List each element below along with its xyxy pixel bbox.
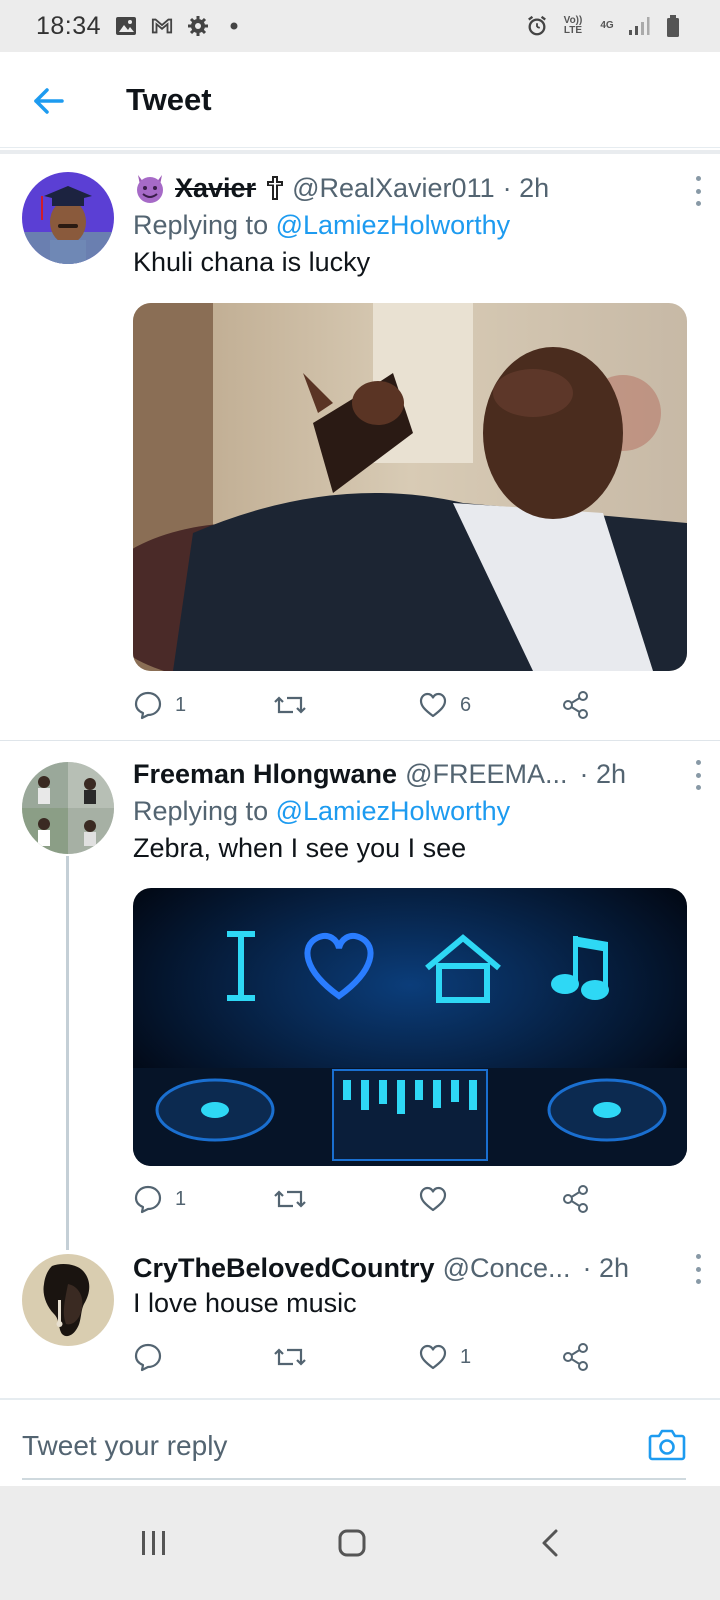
alarm-icon [526, 15, 548, 37]
avatar[interactable] [22, 172, 114, 264]
avatar[interactable] [22, 762, 114, 854]
comment-icon [133, 1184, 163, 1214]
share-button[interactable] [561, 1182, 591, 1216]
replying-label: Replying to [133, 210, 269, 240]
retweet-icon [273, 1342, 307, 1372]
display-name[interactable]: Xavier [175, 173, 256, 204]
mention-link[interactable]: @LamiezHolworthy [276, 210, 510, 240]
tweet-image[interactable] [133, 303, 687, 671]
like-button[interactable]: 6 [418, 688, 471, 722]
tweet-header: CryTheBelovedCountry @Conce... · 2h [133, 1250, 701, 1286]
image-icon [115, 15, 137, 37]
more-options-icon[interactable] [694, 1254, 702, 1284]
tweet-time[interactable]: · 2h [503, 173, 550, 204]
reply-count: 1 [175, 1187, 187, 1210]
reply-count: 1 [175, 693, 187, 716]
camera-icon[interactable] [648, 1426, 686, 1462]
recent-apps-icon[interactable] [94, 1486, 214, 1600]
header-divider [0, 150, 720, 154]
smiling-devil-icon [133, 171, 167, 205]
volte-icon: Vo)) LTE [563, 15, 583, 36]
tweet-header: Freeman Hlongwane @FREEMA... · 2h [133, 756, 701, 792]
dot-icon [223, 15, 245, 37]
reply-input[interactable]: Tweet your reply [22, 1430, 227, 1462]
tweet-time[interactable]: · 2h [579, 759, 626, 790]
display-name[interactable]: CryTheBelovedCountry [133, 1253, 435, 1284]
tweet-image[interactable] [133, 888, 687, 1166]
home-icon[interactable] [292, 1486, 412, 1600]
comment-icon [133, 690, 163, 720]
battery-icon [662, 15, 684, 37]
like-count: 6 [460, 693, 472, 716]
status-bar: 18:34 Vo)) LTE 4G [0, 0, 720, 52]
share-button[interactable] [561, 1340, 591, 1374]
4g-icon: 4G [600, 20, 614, 31]
more-options-icon[interactable] [694, 760, 702, 790]
replying-label: Replying to [133, 796, 269, 826]
back-icon[interactable] [490, 1486, 610, 1600]
reply-underline [22, 1478, 686, 1480]
system-nav-bar [0, 1486, 720, 1600]
tweet-2[interactable]: Freeman Hlongwane @FREEMA... · 2h Replyi… [0, 752, 720, 1242]
reply-button[interactable]: 1 [133, 688, 186, 722]
retweet-button[interactable] [273, 1182, 319, 1216]
tweet-3[interactable]: CryTheBelovedCountry @Conce... · 2h I lo… [0, 1250, 720, 1390]
tweet-time[interactable]: · 2h [583, 1253, 630, 1284]
tweet-actions: 1 [133, 1182, 613, 1216]
like-count: 1 [460, 1345, 472, 1368]
app-header: Tweet [0, 52, 720, 148]
tweet-header: Xavier @RealXavier011 · 2h [133, 170, 701, 206]
retweet-icon [273, 1184, 307, 1214]
tweet-actions: 1 6 [133, 688, 613, 722]
replying-to: Replying to @LamiezHolworthy [133, 796, 701, 827]
share-button[interactable] [561, 688, 591, 722]
retweet-button[interactable] [273, 688, 319, 722]
tweet-divider [0, 740, 720, 741]
display-name[interactable]: Freeman Hlongwane [133, 759, 397, 790]
user-handle[interactable]: @RealXavier011 [292, 173, 495, 204]
reply-button[interactable] [133, 1340, 175, 1374]
share-icon [561, 690, 591, 720]
reply-button[interactable]: 1 [133, 1182, 186, 1216]
tweet-text: Khuli chana is lucky [133, 247, 371, 277]
heart-icon [418, 1185, 448, 1213]
signal-icon [628, 15, 650, 37]
retweet-icon [273, 690, 307, 720]
latin-cross-icon [266, 175, 284, 201]
mention-link[interactable]: @LamiezHolworthy [276, 796, 510, 826]
arrow-left-icon[interactable] [32, 84, 66, 118]
settings-icon [187, 15, 209, 37]
more-options-icon[interactable] [694, 176, 702, 206]
heart-icon [418, 1343, 448, 1371]
tweet-text: Zebra, when I see you I see [133, 833, 467, 863]
like-button[interactable]: 1 [418, 1340, 471, 1374]
replying-to: Replying to @LamiezHolworthy [133, 210, 701, 241]
share-icon [561, 1184, 591, 1214]
heart-icon [418, 691, 448, 719]
gmail-icon [151, 15, 173, 37]
share-icon [561, 1342, 591, 1372]
tweet-actions: 1 [133, 1340, 613, 1374]
user-handle[interactable]: @Conce... [443, 1253, 571, 1284]
reply-bar: Tweet your reply [0, 1398, 720, 1486]
like-button[interactable] [418, 1182, 460, 1216]
tweet-text: I love house music [133, 1288, 357, 1318]
status-time: 18:34 [36, 11, 102, 40]
comment-icon [133, 1342, 163, 1372]
user-handle[interactable]: @FREEMA... [405, 759, 567, 790]
avatar[interactable] [22, 1254, 114, 1346]
tweet-1[interactable]: Xavier @RealXavier011 · 2h Replying to @… [0, 160, 720, 740]
page-title: Tweet [126, 82, 212, 117]
retweet-button[interactable] [273, 1340, 319, 1374]
